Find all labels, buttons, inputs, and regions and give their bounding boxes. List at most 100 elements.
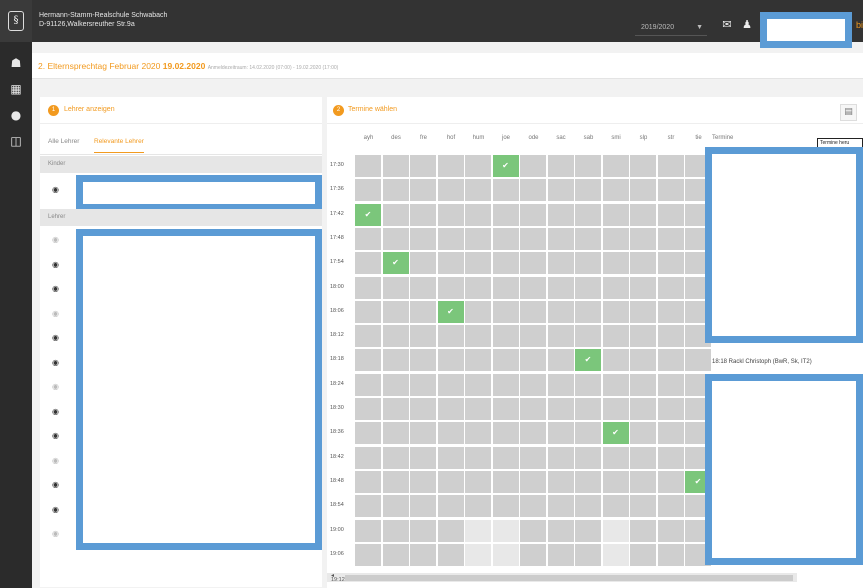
slot-cell[interactable] [657,470,684,493]
slot-cell[interactable] [355,227,381,250]
slot-cell[interactable] [520,373,546,396]
slot-cell[interactable] [520,252,546,275]
slot-cell[interactable] [575,325,601,348]
slot-cell[interactable] [382,300,409,323]
pdf-icon[interactable]: ▤ [840,104,857,121]
mail-icon[interactable]: ✉ [720,18,734,32]
slot-cell[interactable] [602,155,629,177]
slot-cell[interactable] [382,203,409,226]
slot-cell[interactable] [437,349,464,372]
eye-icon[interactable]: ◉ [52,185,59,194]
slot-cell[interactable] [410,155,436,177]
slot-cell[interactable] [492,300,519,323]
slot-cell[interactable] [630,300,656,323]
slot-cell[interactable] [355,470,381,493]
school-logo[interactable]: § [0,0,32,42]
horizontal-scrollbar[interactable]: ◂ [327,573,797,582]
slot-cell[interactable] [602,495,629,518]
booked-slot-cell[interactable]: ✔ [437,300,464,323]
slot-cell[interactable] [602,300,629,323]
slot-cell[interactable] [630,470,656,493]
slot-cell[interactable] [355,179,381,202]
slot-cell[interactable] [465,155,491,177]
eye-icon[interactable]: ◉ [52,382,59,391]
slot-cell[interactable] [630,398,656,420]
slot-cell[interactable] [465,227,491,250]
slot-cell[interactable] [410,446,436,469]
slot-cell[interactable] [465,179,491,202]
slot-cell[interactable] [465,276,491,299]
slot-cell[interactable] [465,398,491,420]
slot-cell[interactable] [492,470,519,493]
slot-cell[interactable] [382,373,409,396]
slot-cell[interactable] [410,398,436,420]
slot-cell[interactable] [602,519,629,542]
slot-cell[interactable] [630,325,656,348]
calendar-icon[interactable]: ▦ [0,76,32,102]
slot-cell[interactable] [630,519,656,542]
slot-cell[interactable] [547,470,574,493]
slot-cell[interactable] [630,373,656,396]
slot-cell[interactable] [602,349,629,372]
slot-cell[interactable] [382,227,409,250]
slot-cell[interactable] [630,179,656,202]
school-year-select[interactable]: 2019/2020 ▼ [635,20,707,36]
slot-cell[interactable] [547,300,574,323]
slot-cell[interactable] [630,422,656,445]
slot-cell[interactable] [602,179,629,202]
slot-cell[interactable] [547,422,574,445]
slot-cell[interactable] [382,519,409,542]
slot-cell[interactable] [437,155,464,177]
slot-cell[interactable] [492,179,519,202]
slot-cell[interactable] [437,276,464,299]
slot-cell[interactable] [520,179,546,202]
booked-slot-cell[interactable]: ✔ [492,155,519,177]
booked-slot-cell[interactable]: ✔ [575,349,601,372]
scrollbar-thumb[interactable] [345,575,793,581]
slot-cell[interactable] [547,398,574,420]
slot-cell[interactable] [492,422,519,445]
slot-cell[interactable] [547,349,574,372]
eye-icon[interactable]: ◉ [52,480,59,489]
slot-cell[interactable] [382,155,409,177]
slot-cell[interactable] [575,495,601,518]
slot-cell[interactable] [410,203,436,226]
slot-cell[interactable] [630,446,656,469]
slot-cell[interactable] [465,519,491,542]
eye-icon[interactable]: ◉ [52,407,59,416]
slot-cell[interactable] [602,446,629,469]
slot-cell[interactable] [520,325,546,348]
slot-cell[interactable] [602,227,629,250]
slot-cell[interactable] [410,422,436,445]
slot-cell[interactable] [520,155,546,177]
slot-cell[interactable] [575,155,601,177]
slot-cell[interactable] [492,203,519,226]
slot-cell[interactable] [685,349,711,372]
slot-cell[interactable] [657,325,684,348]
eye-icon[interactable]: ◉ [52,309,59,318]
slot-cell[interactable] [355,446,381,469]
slot-cell[interactable] [520,495,546,518]
slot-cell[interactable] [547,276,574,299]
slot-cell[interactable] [410,252,436,275]
slot-cell[interactable] [657,349,684,372]
slot-cell[interactable] [382,349,409,372]
slot-cell[interactable] [410,495,436,518]
eye-icon[interactable]: ◉ [52,456,59,465]
slot-cell[interactable] [630,203,656,226]
slot-cell[interactable] [465,543,491,566]
slot-cell[interactable] [575,398,601,420]
slot-cell[interactable] [547,519,574,542]
slot-cell[interactable] [492,446,519,469]
slot-cell[interactable] [382,495,409,518]
slot-cell[interactable] [602,398,629,420]
eye-icon[interactable]: ◉ [52,358,59,367]
slot-cell[interactable] [630,155,656,177]
slot-cell[interactable] [355,422,381,445]
slot-cell[interactable] [602,543,629,566]
slot-cell[interactable] [630,276,656,299]
slot-cell[interactable] [382,276,409,299]
slot-cell[interactable] [520,446,546,469]
slot-cell[interactable] [602,276,629,299]
slot-cell[interactable] [602,373,629,396]
